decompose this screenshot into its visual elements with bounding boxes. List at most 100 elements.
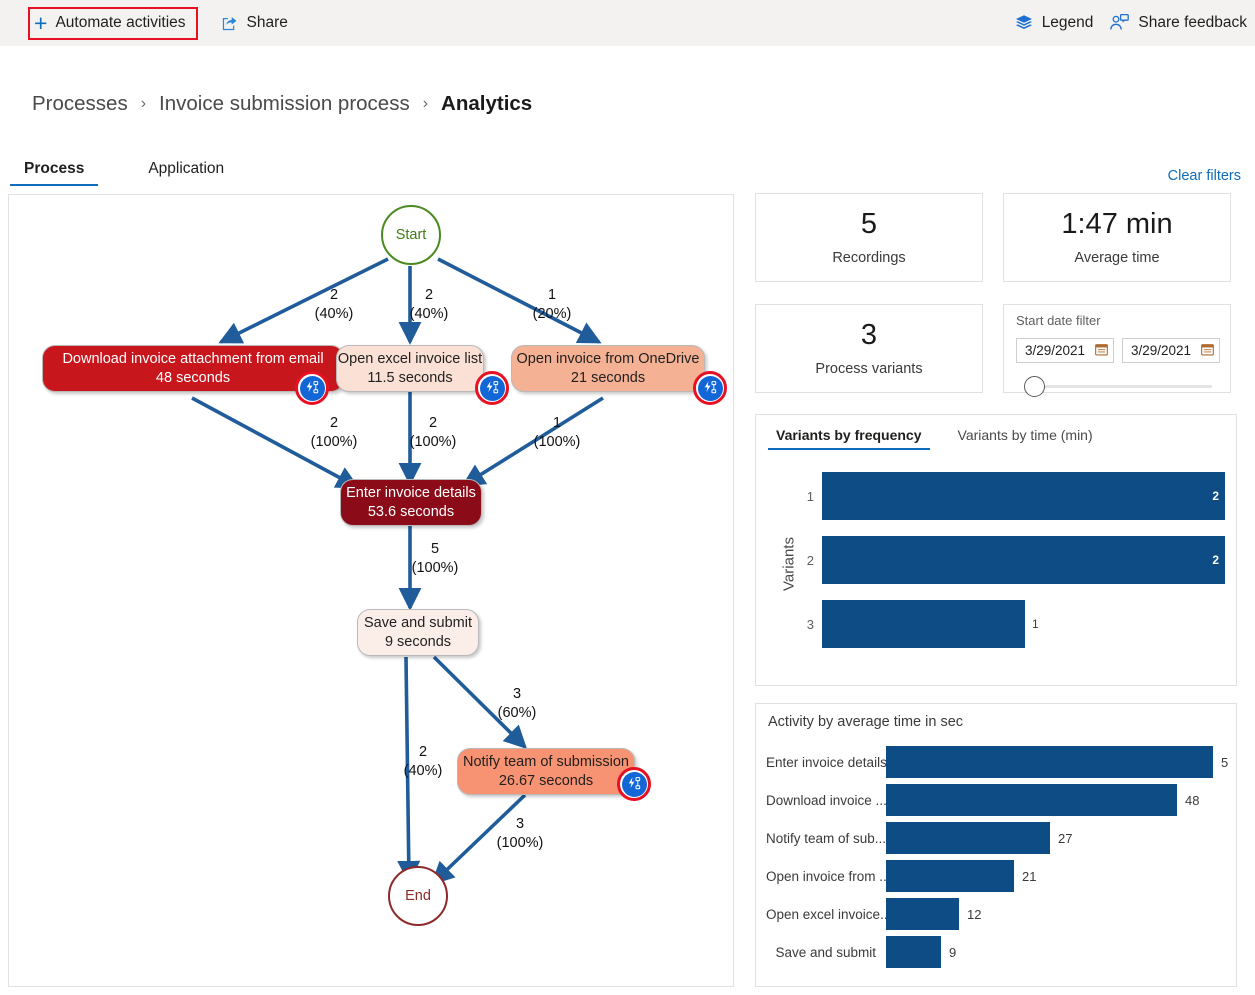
activity-bar-row: Download invoice ... 48 bbox=[766, 784, 1199, 816]
layers-icon bbox=[1014, 13, 1034, 33]
process-node-label: Open invoice from OneDrive bbox=[517, 350, 700, 368]
edge-label-start-download: 2(40%) bbox=[304, 286, 364, 324]
slider-track bbox=[1030, 385, 1212, 388]
share-feedback-label: Share feedback bbox=[1138, 14, 1247, 32]
tab-variants-by-frequency[interactable]: Variants by frequency bbox=[768, 425, 930, 450]
legend-label: Legend bbox=[1042, 14, 1094, 32]
automate-badge-notify-team-of-submission[interactable] bbox=[617, 767, 651, 801]
activity-label: Open excel invoice... bbox=[766, 907, 886, 922]
process-map-panel[interactable]: Start 2(40%) 2(40%) 1(20%) Download invo… bbox=[8, 194, 734, 987]
automate-flow-icon bbox=[480, 376, 505, 401]
date-range-slider[interactable] bbox=[1016, 374, 1220, 398]
process-node-start-label: Start bbox=[396, 227, 427, 243]
kpi-value: 5 bbox=[861, 209, 877, 241]
activity-bar[interactable] bbox=[886, 898, 959, 930]
kpi-label: Recordings bbox=[832, 250, 905, 266]
share-button[interactable]: Share bbox=[212, 8, 296, 39]
activity-bar-row: Open invoice from ... 21 bbox=[766, 860, 1036, 892]
activity-bar[interactable] bbox=[886, 784, 1177, 816]
process-node-duration: 48 seconds bbox=[156, 369, 230, 387]
process-node-enter-invoice-details[interactable]: Enter invoice details 53.6 seconds bbox=[340, 479, 482, 526]
activity-value: 12 bbox=[967, 907, 981, 922]
breadcrumb-item-invoice-submission-process[interactable]: Invoice submission process bbox=[159, 92, 410, 116]
process-node-open-excel-invoice-list[interactable]: Open excel invoice list 11.5 seconds bbox=[336, 345, 484, 392]
activity-bar-row: Open excel invoice... 12 bbox=[766, 898, 981, 930]
date-range-inputs: 3/29/2021 3/29/2021 bbox=[1016, 338, 1220, 363]
variants-chart-plot: Variants 1 2 2 2 3 1 bbox=[756, 450, 1236, 678]
slider-handle[interactable] bbox=[1024, 376, 1045, 397]
process-node-duration: 26.67 seconds bbox=[499, 772, 593, 790]
edge-label-download-enter: 2(100%) bbox=[304, 414, 364, 452]
automate-badge-open-invoice-from-onedrive[interactable] bbox=[693, 371, 727, 405]
activity-bar[interactable] bbox=[886, 746, 1213, 778]
activity-chart-card: Activity by average time in sec Enter in… bbox=[755, 703, 1237, 987]
variants-bar-row: 1 2 bbox=[800, 472, 1228, 520]
kpi-card-average-time: 1:47 min Average time bbox=[1003, 193, 1231, 282]
variants-bar[interactable]: 2 bbox=[822, 536, 1225, 584]
process-node-notify-team-of-submission[interactable]: Notify team of submission 26.67 seconds bbox=[457, 748, 635, 795]
process-node-label: Open excel invoice list bbox=[338, 350, 482, 368]
kpi-card-process-variants: 3 Process variants bbox=[755, 304, 983, 393]
plus-icon: + bbox=[34, 12, 47, 35]
process-node-save-and-submit[interactable]: Save and submit 9 seconds bbox=[357, 609, 479, 656]
activity-value: 27 bbox=[1058, 831, 1072, 846]
activity-label: Save and submit bbox=[766, 945, 886, 960]
activity-value: 9 bbox=[949, 945, 956, 960]
automate-badge-download-invoice-attachment[interactable] bbox=[295, 371, 329, 405]
activity-bar[interactable] bbox=[886, 936, 941, 968]
process-node-open-invoice-from-onedrive[interactable]: Open invoice from OneDrive 21 seconds bbox=[511, 345, 705, 392]
command-bar-left-group: + Automate activities Share bbox=[0, 7, 296, 40]
activity-bar[interactable] bbox=[886, 822, 1050, 854]
variants-y-axis-title: Variants bbox=[780, 537, 797, 591]
command-bar: + Automate activities Share Legend bbox=[0, 0, 1255, 46]
automate-flow-icon bbox=[300, 376, 325, 401]
process-map-edges bbox=[9, 195, 734, 987]
clear-filters-link[interactable]: Clear filters bbox=[1168, 168, 1241, 184]
edge-label-excel-enter: 2(100%) bbox=[403, 414, 463, 452]
edge-label-save-notify: 3(60%) bbox=[487, 685, 547, 723]
activity-label: Notify team of sub... bbox=[766, 831, 886, 846]
variants-bar-row: 3 1 bbox=[800, 600, 1228, 648]
activity-value: 5 bbox=[1221, 755, 1228, 770]
tab-application[interactable]: Application bbox=[134, 158, 238, 186]
end-date-input[interactable]: 3/29/2021 bbox=[1122, 338, 1220, 363]
automate-activities-button[interactable]: + Automate activities bbox=[28, 7, 198, 40]
calendar-icon[interactable] bbox=[1201, 343, 1214, 359]
start-date-input[interactable]: 3/29/2021 bbox=[1016, 338, 1114, 363]
share-feedback-button[interactable]: Share feedback bbox=[1101, 7, 1255, 39]
breadcrumb-item-processes[interactable]: Processes bbox=[32, 92, 128, 116]
start-date-filter-title: Start date filter bbox=[1016, 313, 1220, 328]
variants-bar-row: 2 2 bbox=[800, 536, 1228, 584]
kpi-label: Average time bbox=[1074, 250, 1159, 266]
kpi-value: 1:47 min bbox=[1061, 209, 1172, 241]
process-node-end[interactable]: End bbox=[388, 866, 448, 926]
start-date-value: 3/29/2021 bbox=[1025, 343, 1085, 358]
start-date-filter-card: Start date filter 3/29/2021 3/29/2021 bbox=[1003, 304, 1231, 393]
tab-variants-by-time[interactable]: Variants by time (min) bbox=[950, 425, 1101, 450]
activity-bar[interactable] bbox=[886, 860, 1014, 892]
chevron-right-icon: › bbox=[141, 95, 146, 113]
variants-bar-value: 2 bbox=[1212, 553, 1219, 567]
activity-chart-title: Activity by average time in sec bbox=[756, 704, 1236, 730]
tab-process[interactable]: Process bbox=[10, 158, 98, 186]
activity-value: 21 bbox=[1022, 869, 1036, 884]
variants-chart-tabs: Variants by frequency Variants by time (… bbox=[756, 415, 1236, 450]
process-node-start[interactable]: Start bbox=[381, 205, 441, 265]
variants-tick-label: 1 bbox=[800, 489, 822, 504]
edge-label-start-onedrive: 1(20%) bbox=[522, 286, 582, 324]
variants-chart-card: Variants by frequency Variants by time (… bbox=[755, 414, 1237, 686]
activity-label: Open invoice from ... bbox=[766, 869, 886, 884]
variants-bar-value: 2 bbox=[1212, 489, 1219, 503]
activity-label: Enter invoice details bbox=[766, 755, 886, 770]
activity-bar-row: Notify team of sub... 27 bbox=[766, 822, 1072, 854]
process-node-label: Notify team of submission bbox=[463, 753, 629, 771]
calendar-icon[interactable] bbox=[1095, 343, 1108, 359]
legend-button[interactable]: Legend bbox=[1006, 7, 1102, 39]
variants-bar[interactable]: 2 bbox=[822, 472, 1225, 520]
page-tabs: Process Application bbox=[10, 158, 238, 186]
automate-activities-label: Automate activities bbox=[55, 14, 185, 32]
activity-bar-row: Save and submit 9 bbox=[766, 936, 956, 968]
activity-label: Download invoice ... bbox=[766, 793, 886, 808]
variants-bar[interactable] bbox=[822, 600, 1025, 648]
automate-badge-open-excel-invoice-list[interactable] bbox=[475, 371, 509, 405]
